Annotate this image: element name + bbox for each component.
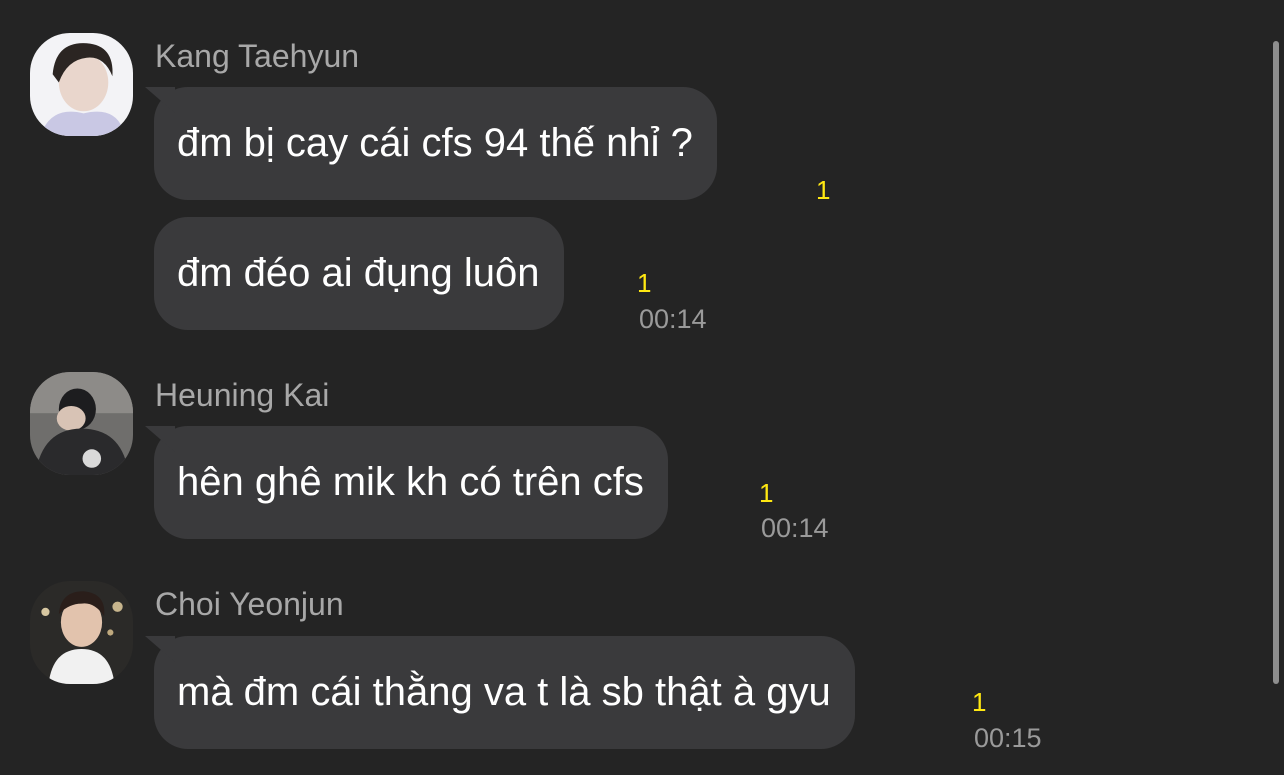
message-bubble[interactable]: đm bị cay cái cfs 94 thế nhỉ ? bbox=[154, 87, 717, 200]
sender-name: Heuning Kai bbox=[155, 377, 330, 413]
chat-window: Kang Taehyun đm bị cay cái cfs 94 thế nh… bbox=[0, 0, 1284, 775]
profile-photo-icon bbox=[30, 372, 133, 475]
message-text: đm bị cay cái cfs 94 thế nhỉ ? bbox=[177, 121, 693, 165]
message-time: 00:14 bbox=[639, 304, 707, 334]
avatar-heuning-kai[interactable] bbox=[30, 372, 133, 475]
message-text: đm đéo ai đụng luôn bbox=[177, 251, 540, 295]
message-bubble[interactable]: mà đm cái thằng va t là sb thật à gyu bbox=[154, 636, 855, 749]
profile-photo-icon bbox=[30, 581, 133, 684]
unread-count: 1 bbox=[816, 175, 831, 205]
scrollbar[interactable] bbox=[1273, 41, 1279, 684]
message-text: hên ghê mik kh có trên cfs bbox=[177, 460, 644, 504]
unread-count: 1 bbox=[972, 687, 987, 717]
message-text: mà đm cái thằng va t là sb thật à gyu bbox=[177, 670, 831, 714]
unread-count: 1 bbox=[759, 478, 774, 508]
message-bubble[interactable]: hên ghê mik kh có trên cfs bbox=[154, 426, 668, 539]
sender-name: Choi Yeonjun bbox=[155, 586, 344, 622]
unread-count: 1 bbox=[637, 268, 652, 298]
message-time: 00:14 bbox=[761, 513, 829, 543]
avatar-kang-taehyun[interactable] bbox=[30, 33, 133, 136]
avatar-choi-yeonjun[interactable] bbox=[30, 581, 133, 684]
sender-name: Kang Taehyun bbox=[155, 38, 360, 74]
profile-photo-icon bbox=[30, 33, 133, 136]
message-bubble[interactable]: đm đéo ai đụng luôn bbox=[154, 217, 564, 330]
message-time: 00:15 bbox=[974, 723, 1042, 753]
